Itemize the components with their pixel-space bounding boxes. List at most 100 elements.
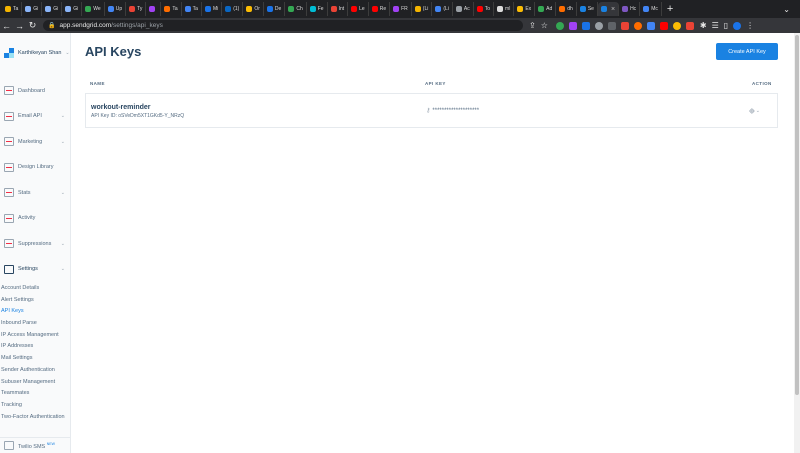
browser-tab[interactable]: Ty	[126, 2, 147, 16]
browser-tab[interactable]: ml	[494, 2, 515, 16]
sidebar-item-label: Design Library	[18, 164, 54, 171]
extension-icon[interactable]	[659, 21, 668, 30]
browser-tab[interactable]: Fe	[307, 2, 328, 16]
tab-label: To	[484, 6, 491, 12]
browser-tab[interactable]: Ta	[182, 2, 202, 16]
browser-tab[interactable]: Ch	[285, 2, 307, 16]
menu-kebab-icon[interactable]: ⋮	[746, 21, 754, 30]
browser-tab[interactable]: (1)	[222, 2, 244, 16]
create-api-key-button[interactable]: Create API Key	[716, 43, 778, 60]
close-icon[interactable]: ×	[611, 6, 615, 13]
address-bar[interactable]: 🔒 app.sendgrid.com/settings/api_keys	[43, 20, 523, 31]
settings-subitem-tracking[interactable]: Tracking	[0, 400, 70, 412]
browser-tab[interactable]: Gi	[42, 2, 63, 16]
account-switcher[interactable]: Karthikeyan Shan ⌄	[0, 33, 70, 73]
activity-icon	[4, 213, 14, 223]
sidebar-item-settings[interactable]: Settings ⌄	[0, 257, 70, 283]
browser-tab[interactable]: Up	[105, 2, 127, 16]
browser-tab[interactable]	[146, 2, 162, 16]
sidebar-item-twilio-sms[interactable]: Twilio SMS NEW	[0, 437, 70, 453]
browser-tab[interactable]: Ac	[453, 2, 474, 16]
browser-tab[interactable]: Ad	[535, 2, 557, 16]
scrollbar-thumb[interactable]	[795, 35, 799, 395]
tab-favicon-icon	[309, 6, 316, 12]
settings-subitem-sender-authentication[interactable]: Sender Authentication	[0, 365, 70, 377]
tab-favicon-icon	[414, 6, 421, 12]
settings-subitem-inbound-parse[interactable]: Inbound Parse	[0, 318, 70, 330]
bookmark-star-icon[interactable]: ☆	[541, 21, 548, 30]
tab-search-icon[interactable]: ⌄	[783, 5, 800, 14]
sidebar-item-dashboard[interactable]: Dashboard	[0, 78, 70, 104]
tab-favicon-icon	[643, 6, 650, 12]
browser-tab[interactable]: Le	[348, 2, 369, 16]
forward-icon[interactable]: →	[13, 21, 26, 31]
browser-tab[interactable]: (Li	[412, 2, 433, 16]
sidebar-item-email-api[interactable]: Email API ⌄	[0, 104, 70, 130]
extension-icon[interactable]	[607, 21, 616, 30]
tab-favicon-icon	[25, 6, 32, 12]
extension-icon[interactable]	[633, 21, 642, 30]
sidebar-item-suppressions[interactable]: Suppressions ⌄	[0, 231, 70, 257]
browser-tab[interactable]: Gi	[22, 2, 43, 16]
browser-tab[interactable]: Ta	[161, 2, 182, 16]
browser-tab[interactable]: Ta	[2, 2, 23, 16]
browser-tab[interactable]: (Li	[432, 2, 453, 16]
extension-icon[interactable]	[620, 21, 629, 30]
browser-tab[interactable]: Mc	[640, 2, 662, 16]
page-scrollbar[interactable]	[794, 33, 800, 453]
lock-icon: 🔒	[48, 23, 56, 29]
browser-tab[interactable]: De	[264, 2, 286, 16]
browser-tab[interactable]: Gi	[62, 2, 83, 16]
browser-tab[interactable]: Int	[328, 2, 349, 16]
extension-icon[interactable]	[672, 21, 681, 30]
browser-tab[interactable]: dh	[556, 2, 577, 16]
settings-subitem-mail-settings[interactable]: Mail Settings	[0, 353, 70, 365]
profile-avatar[interactable]	[733, 21, 742, 30]
new-tab-button[interactable]: +	[662, 3, 678, 15]
sidebar-item-stats[interactable]: Stats ⌄	[0, 180, 70, 206]
tab-favicon-icon	[622, 6, 629, 12]
settings-subitem-api-keys[interactable]: API Keys	[0, 306, 70, 318]
api-key-name[interactable]: workout-reminder	[91, 104, 151, 111]
browser-tab[interactable]: ×	[597, 2, 620, 16]
chevron-down-icon: ⌄	[65, 50, 70, 56]
extension-icon[interactable]	[581, 21, 590, 30]
sidebar-item-design-library[interactable]: Design Library	[0, 155, 70, 181]
browser-tab[interactable]: Ex	[514, 2, 536, 16]
extension-icon[interactable]	[568, 21, 577, 30]
extensions-puzzle-icon[interactable]: ✱	[700, 21, 707, 30]
browser-tab[interactable]: FR	[390, 2, 412, 16]
browser-tab[interactable]: To	[474, 2, 495, 16]
browser-tab[interactable]: Or	[243, 2, 264, 16]
browser-tab[interactable]: Mi	[202, 2, 223, 16]
share-icon[interactable]: ⇪	[529, 21, 536, 30]
email-api-icon	[4, 111, 14, 121]
browser-tab[interactable]: We	[82, 2, 105, 16]
settings-subitem-subuser-management[interactable]: Subuser Management	[0, 377, 70, 389]
browser-tab[interactable]: Se	[577, 2, 598, 16]
reload-icon[interactable]: ↻	[26, 20, 39, 31]
side-panel-icon[interactable]: ▯	[724, 21, 728, 30]
tab-favicon-icon	[184, 6, 191, 12]
settings-subitem-teammates[interactable]: Teammates	[0, 388, 70, 400]
sidebar-item-activity[interactable]: Activity	[0, 206, 70, 232]
settings-subitem-ip-addresses[interactable]: IP Addresses	[0, 341, 70, 353]
settings-subitem-account-details[interactable]: Account Details	[0, 283, 70, 295]
browser-tab[interactable]: Hc	[619, 2, 641, 16]
settings-subitem-ip-access-management[interactable]: IP Access Management	[0, 330, 70, 342]
sidebar-item-marketing[interactable]: Marketing ⌄	[0, 129, 70, 155]
extension-icon[interactable]	[594, 21, 603, 30]
settings-subitem-alert-settings[interactable]: Alert Settings	[0, 295, 70, 307]
tab-favicon-icon	[559, 6, 566, 12]
settings-subitem-two-factor-authentication[interactable]: Two-Factor Authentication	[0, 412, 70, 423]
chevron-down-icon: ⌄	[60, 240, 65, 247]
browser-tab[interactable]: Re	[369, 2, 391, 16]
reading-list-icon[interactable]: ☰	[712, 21, 719, 30]
main-content: API Keys Create API Key NAME API KEY ACT…	[71, 33, 800, 453]
extension-icon[interactable]	[685, 21, 694, 30]
row-actions-menu[interactable]: ⌄	[749, 105, 760, 116]
extension-icon[interactable]	[555, 21, 564, 30]
back-icon[interactable]: ←	[0, 21, 13, 31]
extension-icon[interactable]	[646, 21, 655, 30]
column-header-name[interactable]: NAME	[90, 81, 105, 86]
